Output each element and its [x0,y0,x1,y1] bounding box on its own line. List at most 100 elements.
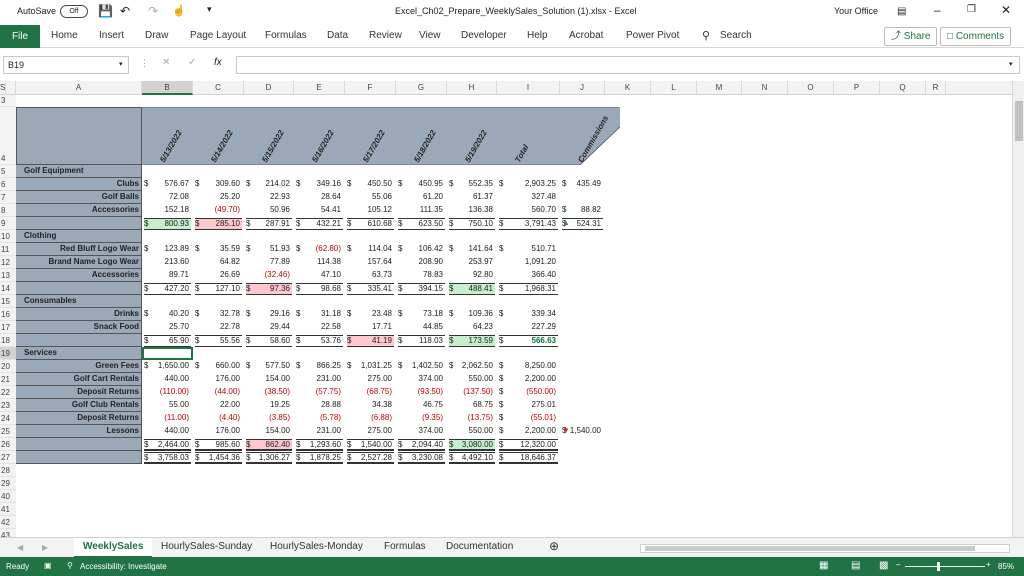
value-cell[interactable]: $566.63 [499,335,558,347]
prev-sheet-icon[interactable]: ◀ [17,543,23,552]
value-cell[interactable]: $3,791.43 [499,218,558,230]
value-cell[interactable]: $12,320.00 [499,439,558,451]
value-cell[interactable]: $97.36 [246,283,292,295]
normal-view-icon[interactable]: ▦ [819,560,828,571]
value-cell[interactable]: $309.60 [195,179,242,191]
close-icon[interactable]: ✕ [1001,3,1011,17]
value-cell[interactable]: $1,454.36 [195,452,242,464]
value-cell[interactable]: $576.67 [144,179,191,191]
value-cell[interactable]: $65.90 [144,335,191,347]
search-box[interactable]: Search [720,30,752,41]
sheet-tab-weeklysales[interactable]: WeeklySales [74,538,153,558]
value-cell[interactable]: 152.18 [144,205,191,217]
row-label-cell[interactable]: Clubs [16,178,142,191]
value-cell[interactable]: $23.48 [347,309,394,321]
value-cell[interactable]: $610.68 [347,218,394,230]
value-cell[interactable]: 440.00 [144,426,191,438]
value-cell[interactable]: $141.64 [449,244,495,256]
value-cell[interactable]: $ (55.01) [499,413,558,425]
column-header-m[interactable]: M [697,81,742,95]
row-header-5[interactable]: 5 [0,165,16,178]
value-cell[interactable]: $ (62.80) [296,244,343,256]
save-icon[interactable]: 💾 [98,4,113,18]
row-label-cell[interactable] [16,282,142,295]
value-cell[interactable]: $3,230.08 [398,452,445,464]
column-header-j[interactable]: J [560,81,605,95]
value-cell[interactable]: 157.64 [347,257,394,269]
value-cell[interactable]: 68.75 [449,400,495,412]
value-cell[interactable]: 154.00 [246,374,292,386]
value-cell[interactable]: $106.42 [398,244,445,256]
row-label-cell[interactable]: Golf Equipment [16,165,142,178]
row-label-cell[interactable]: Accessories [16,269,142,282]
horizontal-scroll-thumb[interactable] [645,546,975,551]
value-cell[interactable]: $335.41 [347,283,394,295]
row-header-16[interactable]: 16 [0,308,16,321]
expand-formula-icon[interactable]: ▾ [1009,60,1013,68]
value-cell[interactable]: 231.00 [296,374,343,386]
row-header-14[interactable]: 14 [0,282,16,295]
value-cell[interactable]: (137.50) [449,387,495,399]
value-cell[interactable]: $35.59 [195,244,242,256]
tab-home[interactable]: Home [51,30,78,41]
value-cell[interactable]: (38.50) [246,387,292,399]
row-header-28[interactable]: 28 [0,464,16,477]
customize-toolbar-icon[interactable]: ▾ [207,4,212,15]
row-header-19[interactable]: 19 [0,347,16,360]
value-cell[interactable]: 275.00 [347,374,394,386]
value-cell[interactable]: 44.85 [398,322,445,334]
value-cell[interactable]: 253.97 [449,257,495,269]
value-cell[interactable]: $ (550.00) [499,387,558,399]
column-header-c[interactable]: C [193,81,244,95]
row-header-26[interactable]: 26 [0,438,16,451]
row-header-22[interactable]: 22 [0,386,16,399]
value-cell[interactable]: $1,650.00 [144,361,191,373]
value-cell[interactable]: $1,402.50 [398,361,445,373]
value-cell[interactable]: 77.89 [246,257,292,269]
value-cell[interactable]: $109.36 [449,309,495,321]
value-cell[interactable]: $127.10 [195,283,242,295]
column-header-g[interactable]: G [396,81,447,95]
value-cell[interactable]: $660.00 [195,361,242,373]
insert-function-icon[interactable]: fx [214,57,222,68]
value-cell[interactable]: $862.40 [246,439,292,451]
column-header-r[interactable]: R [926,81,946,95]
value-cell[interactable]: 34.38 [347,400,394,412]
row-header-23[interactable]: 23 [0,399,16,412]
column-header-l[interactable]: L [651,81,697,95]
value-cell[interactable]: 22.58 [296,322,343,334]
value-cell[interactable]: 136.38 [449,205,495,217]
value-cell[interactable]: (93.50) [398,387,445,399]
value-cell[interactable]: $2,062.50 [449,361,495,373]
value-cell[interactable]: (68.75) [347,387,394,399]
column-header-b[interactable]: B [142,81,193,95]
zoom-slider-thumb[interactable] [937,562,940,571]
row-label-cell[interactable] [16,334,142,347]
value-cell[interactable]: 64.82 [195,257,242,269]
row-label-cell[interactable]: Green Fees [16,360,142,373]
new-sheet-icon[interactable]: ⊕ [549,539,559,553]
value-cell[interactable]: 28.88 [296,400,343,412]
value-cell[interactable]: (11.00) [144,413,191,425]
value-cell[interactable]: 29.44 [246,322,292,334]
value-cell[interactable]: 92.80 [449,270,495,282]
next-sheet-icon[interactable]: ▶ [42,543,48,552]
value-cell[interactable]: $88.82 [562,205,603,217]
value-cell[interactable]: $214.02 [246,179,292,191]
tab-help[interactable]: Help [527,30,548,41]
column-header-o[interactable]: O [788,81,834,95]
value-cell[interactable]: 560.70 [499,205,558,217]
value-cell[interactable]: (57.75) [296,387,343,399]
value-cell[interactable]: $18,646.37 [499,452,558,464]
value-cell[interactable]: $427.20 [144,283,191,295]
row-label-cell[interactable]: Deposit Returns [16,386,142,399]
value-cell[interactable]: $275.01 [499,400,558,412]
value-cell[interactable]: 22.00 [195,400,242,412]
column-header-i[interactable]: I [497,81,560,95]
row-label-cell[interactable] [16,438,142,451]
worksheet-grid[interactable]: ABCDEFGHIJKLMNOPQRS 3 4 5/13/2022 5/14/2022… [0,81,1012,537]
row-label-cell[interactable]: Golf Cart Rentals [16,373,142,386]
row-header-8[interactable]: 8 [0,204,16,217]
value-cell[interactable]: $2,200.00 [499,374,558,386]
value-cell[interactable]: 61.20 [398,192,445,204]
